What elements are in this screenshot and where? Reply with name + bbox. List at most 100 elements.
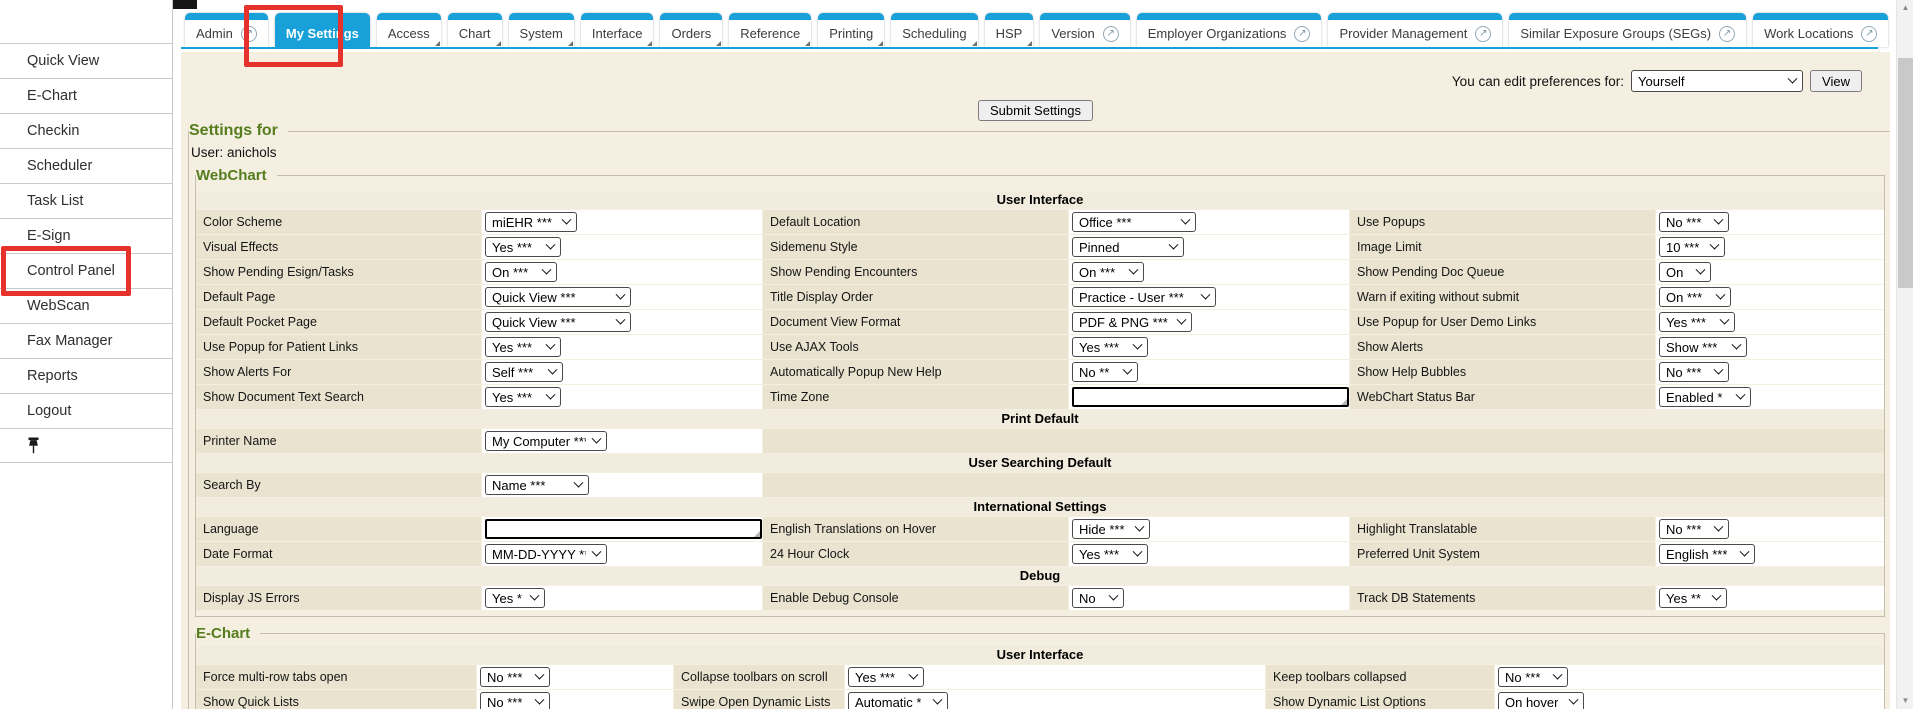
tab-printing[interactable]: Printing: [818, 13, 884, 47]
setting-label-default-pocket-page: Default Pocket Page: [196, 310, 481, 334]
setting-select-automatically-popup-new-help[interactable]: No **: [1072, 362, 1138, 382]
setting-label-force-multi-row-tabs-open: Force multi-row tabs open: [196, 665, 476, 689]
setting-select-preferred-unit-system[interactable]: English ***: [1659, 544, 1755, 564]
tab-orders[interactable]: Orders: [660, 13, 722, 47]
setting-select-search-by[interactable]: Name ***: [485, 475, 589, 495]
popup-icon[interactable]: ↗: [1475, 26, 1491, 42]
select-value: English ***: [1666, 547, 1727, 562]
sidebar-item-scheduler[interactable]: Scheduler: [0, 148, 172, 183]
setting-select-24-hour-clock[interactable]: Yes ***: [1072, 544, 1148, 564]
setting-select-show-pending-esign-tasks[interactable]: On ***: [485, 262, 557, 282]
select-value: No ***: [487, 670, 522, 685]
tab-provider-management[interactable]: Provider Management ↗: [1328, 13, 1502, 47]
setting-label-document-view-format: Document View Format: [763, 310, 1068, 334]
setting-label-printer-name: Printer Name: [196, 429, 481, 453]
sidebar-item-reports[interactable]: Reports: [0, 358, 172, 393]
tab-system[interactable]: System: [509, 13, 574, 47]
setting-select-default-page[interactable]: Quick View ***: [485, 287, 631, 307]
popup-icon[interactable]: ↗: [1719, 26, 1735, 42]
sidebar-pin-row[interactable]: [0, 428, 172, 463]
setting-field: On: [1656, 260, 1884, 284]
setting-label-image-limit: Image Limit: [1350, 235, 1655, 259]
setting-select-printer-name[interactable]: My Computer ***: [485, 431, 607, 451]
tab-similar-exposure-groups-segs[interactable]: Similar Exposure Groups (SEGs)↗: [1509, 13, 1746, 47]
setting-field: No: [1069, 586, 1349, 610]
chevron-down-icon: [909, 669, 919, 679]
setting-select-default-location[interactable]: Office ***: [1072, 212, 1196, 232]
setting-select-date-format[interactable]: MM-DD-YYYY ***: [485, 544, 607, 564]
setting-select-show-alerts-for[interactable]: Self ***: [485, 362, 563, 382]
tab-chart[interactable]: Chart: [448, 13, 502, 47]
setting-select-visual-effects[interactable]: Yes ***: [485, 237, 561, 257]
setting-field: No ***: [1656, 210, 1884, 234]
setting-select-default-pocket-page[interactable]: Quick View ***: [485, 312, 631, 332]
submit-settings-button[interactable]: Submit Settings: [978, 100, 1093, 121]
setting-select-warn-if-exiting-without-submit[interactable]: On ***: [1659, 287, 1731, 307]
setting-select-use-popup-for-patient-links[interactable]: Yes ***: [485, 337, 561, 357]
sidebar-item-quick-view[interactable]: Quick View: [0, 43, 172, 78]
sidebar-item-logout[interactable]: Logout: [0, 393, 172, 428]
tab-employer-organizations[interactable]: Employer Organizations↗: [1137, 13, 1322, 47]
setting-select-keep-toolbars-collapsed[interactable]: No ***: [1498, 667, 1568, 687]
setting-select-display-js-errors[interactable]: Yes *: [485, 588, 545, 608]
sidebar-item-e-chart[interactable]: E-Chart: [0, 78, 172, 113]
sidebar-item-task-list[interactable]: Task List: [0, 183, 172, 218]
setting-select-show-pending-doc-queue[interactable]: On: [1659, 262, 1711, 282]
setting-select-track-db-statements[interactable]: Yes **: [1659, 588, 1727, 608]
select-value: On: [1666, 265, 1683, 280]
setting-text-input-language[interactable]: [485, 519, 762, 539]
setting-select-image-limit[interactable]: 10 ***: [1659, 237, 1725, 257]
setting-select-use-ajax-tools[interactable]: Yes ***: [1072, 337, 1148, 357]
tab-work-locations[interactable]: Work Locations↗: [1753, 13, 1888, 47]
setting-label-show-alerts-for: Show Alerts For: [196, 360, 481, 384]
setting-select-use-popup-for-user-demo-links[interactable]: Yes ***: [1659, 312, 1735, 332]
tab-hsp[interactable]: HSP: [985, 13, 1034, 47]
preferences-bar: You can edit preferences for: Yourself V…: [181, 70, 1862, 92]
setting-select-title-display-order[interactable]: Practice - User ***: [1072, 287, 1216, 307]
tab-access[interactable]: Access: [377, 13, 441, 47]
setting-select-show-help-bubbles[interactable]: No ***: [1659, 362, 1729, 382]
setting-label-show-document-text-search: Show Document Text Search: [196, 385, 481, 409]
tab-reference[interactable]: Reference: [729, 13, 811, 47]
setting-select-show-document-text-search[interactable]: Yes ***: [485, 387, 561, 407]
setting-select-highlight-translatable[interactable]: No ***: [1659, 519, 1729, 539]
setting-select-english-translations-on-hover[interactable]: Hide ***: [1072, 519, 1150, 539]
vertical-scrollbar[interactable]: ▲ ▼: [1896, 0, 1913, 709]
annotation-box-my-settings: [244, 5, 343, 67]
popup-icon[interactable]: ↗: [1103, 26, 1119, 42]
setting-text-input-time-zone[interactable]: [1072, 387, 1349, 407]
setting-select-swipe-open-dynamic-lists[interactable]: Automatic *: [848, 692, 948, 709]
setting-select-document-view-format[interactable]: PDF & PNG ***: [1072, 312, 1192, 332]
tab-version[interactable]: Version↗: [1040, 13, 1129, 47]
select-value: Yes ***: [855, 670, 895, 685]
setting-select-collapse-toolbars-on-scroll[interactable]: Yes ***: [848, 667, 924, 687]
preferences-for-select[interactable]: Yourself: [1631, 70, 1803, 92]
setting-label-webchart-status-bar: WebChart Status Bar: [1350, 385, 1655, 409]
setting-select-color-scheme[interactable]: miEHR ***: [485, 212, 577, 232]
setting-select-show-dynamic-list-options[interactable]: On hover: [1498, 692, 1584, 709]
popup-icon[interactable]: ↗: [1294, 26, 1310, 42]
setting-select-show-pending-encounters[interactable]: On ***: [1072, 262, 1144, 282]
setting-select-enable-debug-console[interactable]: No: [1072, 588, 1124, 608]
setting-select-use-popups[interactable]: No ***: [1659, 212, 1729, 232]
scroll-down-icon[interactable]: ▼: [1897, 693, 1913, 709]
setting-select-show-alerts[interactable]: Show ***: [1659, 337, 1747, 357]
setting-field: Quick View ***: [482, 285, 762, 309]
select-value: Name ***: [492, 478, 545, 493]
tab-scheduling[interactable]: Scheduling: [891, 13, 977, 47]
setting-select-show-quick-lists[interactable]: No ***: [480, 692, 550, 709]
sidebar-item-checkin[interactable]: Checkin: [0, 113, 172, 148]
setting-select-sidemenu-style[interactable]: Pinned: [1072, 237, 1184, 257]
setting-field: On ***: [1069, 260, 1349, 284]
section-header-user-searching-default: User Searching Default: [196, 454, 1884, 472]
view-button[interactable]: View: [1810, 70, 1862, 92]
sidebar-item-fax-manager[interactable]: Fax Manager: [0, 323, 172, 358]
tab-interface[interactable]: Interface: [581, 13, 654, 47]
setting-select-webchart-status-bar[interactable]: Enabled *: [1659, 387, 1751, 407]
popup-icon[interactable]: ↗: [1861, 26, 1877, 42]
scrollbar-thumb[interactable]: [1898, 58, 1913, 288]
tab-label: Provider Management: [1339, 26, 1467, 41]
chevron-down-icon: [1788, 73, 1798, 83]
scroll-up-icon[interactable]: ▲: [1897, 0, 1913, 16]
setting-select-force-multi-row-tabs-open[interactable]: No ***: [480, 667, 550, 687]
